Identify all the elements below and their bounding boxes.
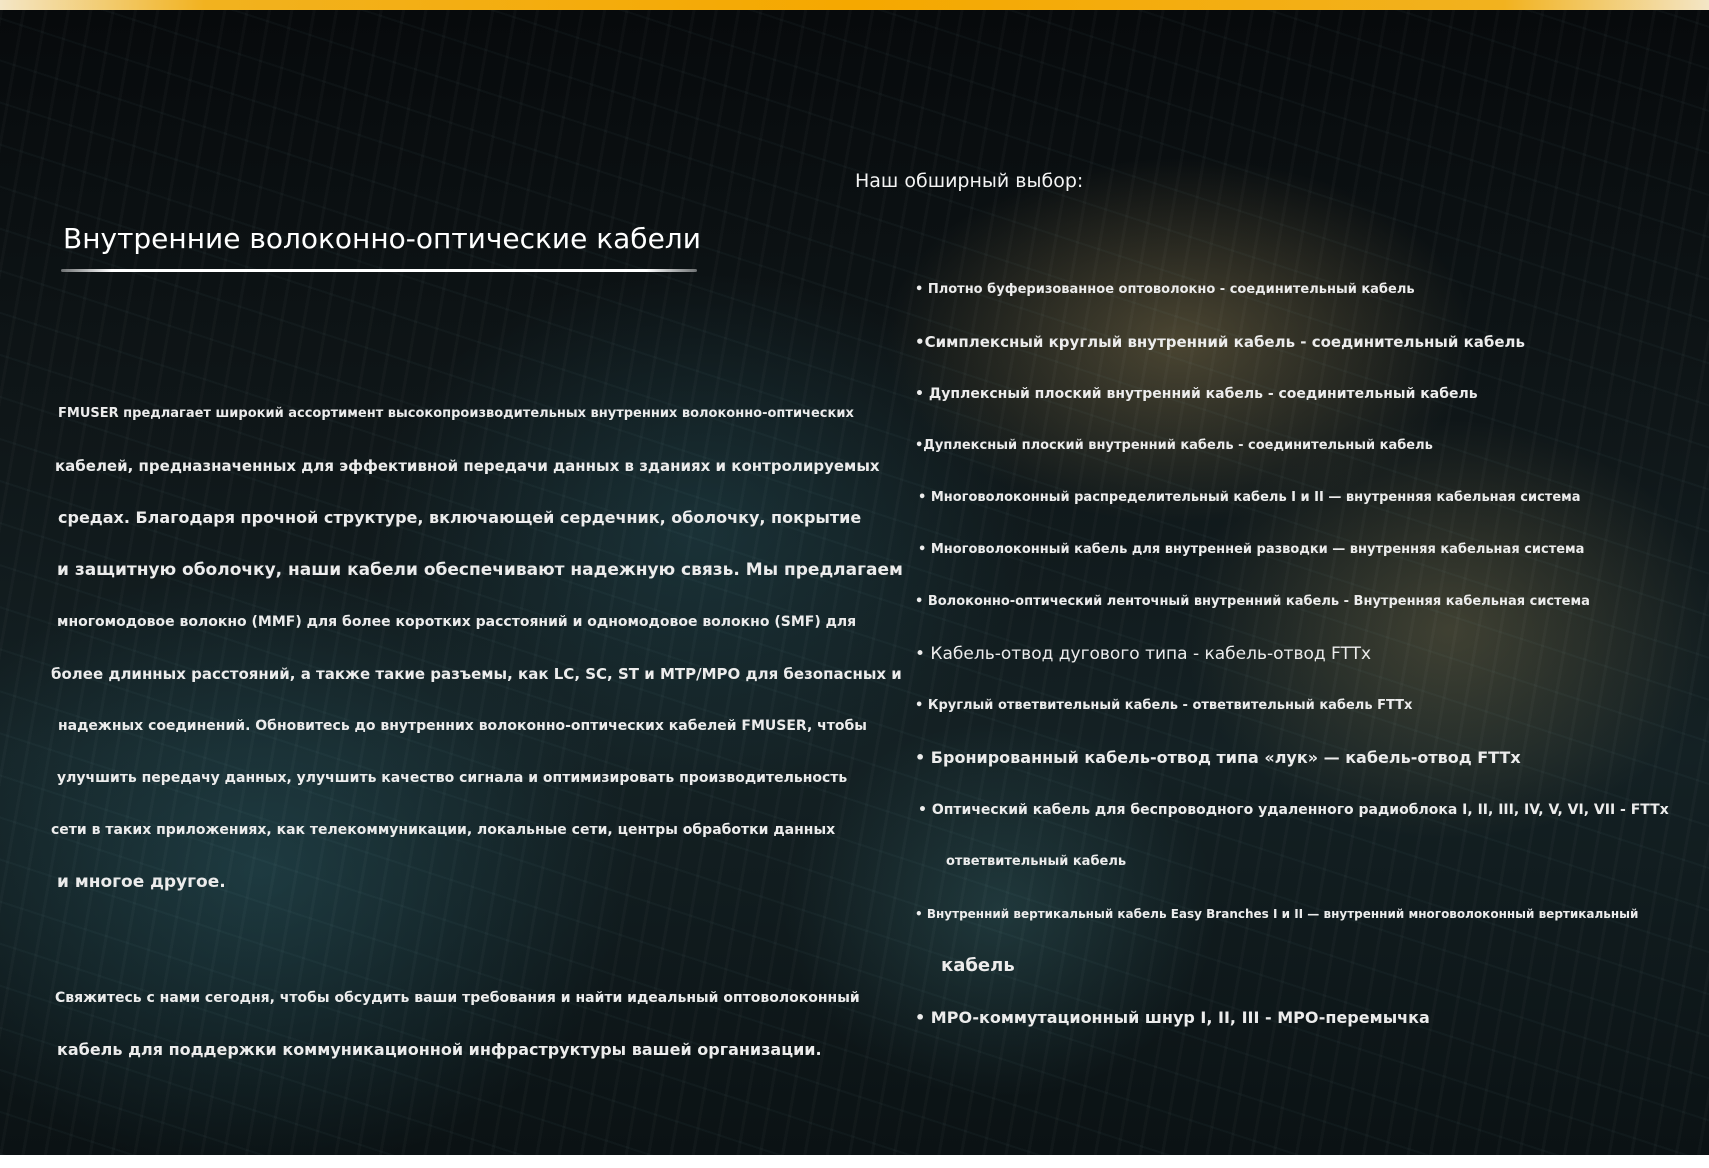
contact-line: кабель для поддержки коммуникационной ин…	[57, 1040, 822, 1059]
intro-line: и многое другое.	[57, 872, 226, 892]
intro-line: надежных соединений. Обновитесь до внутр…	[58, 718, 867, 734]
intro-line: FMUSER предлагает широкий ассортимент вы…	[58, 406, 854, 421]
product-list: • Плотно буферизованное оптоволокно - со…	[915, 264, 1685, 1044]
contact-paragraph: Свяжитесь с нами сегодня, чтобы обсудить…	[55, 972, 860, 1076]
list-item[interactable]: • Многоволоконный кабель для внутренней …	[915, 524, 1685, 576]
intro-line: и защитную оболочку, наши кабели обеспеч…	[57, 560, 903, 580]
list-item[interactable]: • Круглый ответвительный кабель - ответв…	[915, 680, 1685, 732]
list-item[interactable]: •Дуплексный плоский внутренний кабель - …	[915, 420, 1685, 472]
page-title: Внутренние волоконно-оптические кабели	[63, 222, 701, 255]
list-item[interactable]: • Плотно буферизованное оптоволокно - со…	[915, 264, 1685, 316]
intro-line: многомодовое волокно (MMF) для более кор…	[57, 614, 857, 630]
intro-line: средах. Благодаря прочной структуре, вкл…	[58, 508, 862, 527]
title-underline	[61, 269, 697, 272]
intro-line: улучшить передачу данных, улучшить качес…	[57, 770, 848, 786]
list-item[interactable]: • Оптический кабель для беспроводного уд…	[915, 784, 1685, 836]
list-item[interactable]: • Волоконно-оптический ленточный внутрен…	[915, 576, 1685, 628]
contact-line: Свяжитесь с нами сегодня, чтобы обсудить…	[55, 990, 860, 1006]
list-item-continuation: кабель	[941, 955, 1015, 976]
intro-line: сети в таких приложениях, как телекоммун…	[51, 822, 836, 838]
intro-line: более длинных расстояний, а также такие …	[51, 665, 902, 683]
top-accent-bar	[0, 0, 1709, 10]
list-item-continuation: ответвительный кабель	[946, 854, 1127, 869]
list-item[interactable]: • Дуплексный плоский внутренний кабель -…	[915, 368, 1685, 420]
list-item[interactable]: • Внутренний вертикальный кабель Easy Br…	[915, 888, 1685, 940]
list-item[interactable]: • Кабель-отвод дугового типа - кабель-от…	[915, 628, 1685, 680]
list-item[interactable]: • MPO-коммутационный шнур I, II, III - M…	[915, 992, 1685, 1044]
list-item[interactable]: • Многоволоконный распределительный кабе…	[915, 472, 1685, 524]
hero-section: Внутренние волоконно-оптические кабели F…	[0, 10, 1709, 1155]
selection-title: Наш обширный выбор:	[855, 170, 1084, 192]
list-item[interactable]: • Бронированный кабель-отвод типа «лук» …	[915, 732, 1685, 784]
intro-paragraph: FMUSER предлагает широкий ассортимент вы…	[51, 388, 903, 908]
list-item[interactable]: •Симплексный круглый внутренний кабель -…	[915, 316, 1685, 368]
intro-line: кабелей, предназначенных для эффективной…	[55, 457, 880, 475]
